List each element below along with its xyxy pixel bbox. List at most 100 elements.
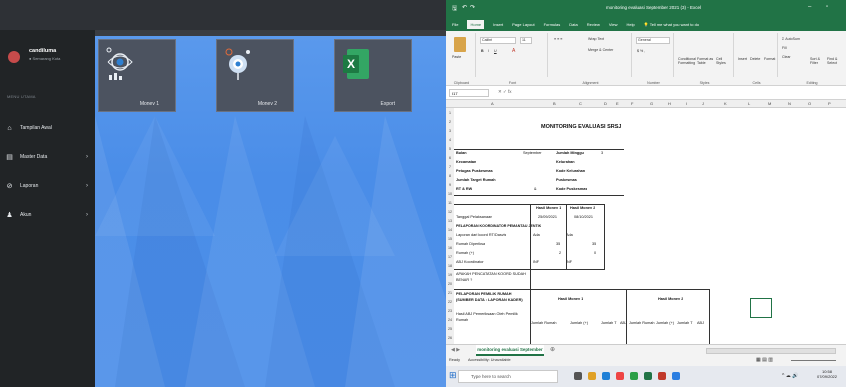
sort-filter-button[interactable]: Sort & Filter — [810, 57, 826, 65]
row-header[interactable]: 12 — [446, 210, 454, 218]
app-icon[interactable] — [658, 372, 666, 380]
cell[interactable]: Jumlah T — [677, 321, 693, 325]
number-format-select[interactable]: General — [636, 37, 670, 44]
cell[interactable]: ABJ Koordinator — [456, 260, 484, 264]
spreadsheet-grid[interactable]: MONITORING EVALUASI SRSJ Bulan September… — [446, 108, 846, 344]
row-header[interactable]: 25 — [446, 327, 454, 335]
excel-taskbar-icon[interactable] — [644, 372, 652, 380]
row-header[interactable]: 3 — [446, 129, 454, 137]
column-header[interactable]: E — [616, 101, 619, 106]
row-header[interactable]: 17 — [446, 255, 454, 263]
cell[interactable]: APAKAH PENCATATAN KOORD SUDAH BENAR ? — [456, 271, 528, 283]
row-header[interactable]: 19 — [446, 273, 454, 281]
insert-button[interactable]: Insert — [738, 57, 747, 61]
cell[interactable]: PELAPORAN PEMILIK RUMAH (SUMBER DATA : L… — [456, 291, 528, 303]
row-header[interactable]: 15 — [446, 237, 454, 245]
autosum-button[interactable]: Σ AutoSum — [782, 37, 800, 41]
tile-monev-1[interactable]: Monev 1 — [98, 39, 176, 112]
tab-review[interactable]: Review — [587, 22, 600, 27]
cell[interactable]: 3 — [601, 151, 603, 155]
row-header[interactable]: 1 — [446, 111, 454, 119]
add-sheet-icon[interactable]: ⊕ — [550, 346, 555, 353]
clear-button[interactable]: Clear — [782, 55, 791, 59]
cell[interactable]: Jumlah Rumah — [531, 321, 557, 325]
edge-icon[interactable] — [602, 372, 610, 380]
column-header[interactable]: D — [604, 101, 607, 106]
row-header[interactable]: 6 — [446, 156, 454, 164]
column-header[interactable]: P — [828, 101, 831, 106]
row-header[interactable]: 13 — [446, 219, 454, 227]
fx-icon[interactable]: ✕ ✓ fx — [498, 89, 512, 95]
sidebar-item-tampilan-awal[interactable]: ⌂ Tampilan Awal — [6, 122, 90, 134]
find-select-button[interactable]: Find & Select — [827, 57, 843, 65]
cell[interactable]: Jumlah Minggu — [556, 151, 584, 155]
undo-icon[interactable]: ↶ — [462, 4, 467, 11]
cell[interactable]: Kecamatan — [456, 160, 476, 164]
cell[interactable]: 0 — [594, 251, 596, 255]
column-header[interactable]: N — [788, 101, 791, 106]
column-header[interactable]: I — [686, 101, 687, 106]
user-panel[interactable]: candiluma ● Semarang Kota — [8, 48, 60, 63]
fill-button[interactable]: Fill — [782, 46, 787, 50]
minimize-icon[interactable]: – — [808, 4, 811, 10]
column-header[interactable]: A — [491, 101, 494, 106]
cell[interactable]: Ada — [566, 233, 573, 237]
row-header[interactable]: 11 — [446, 201, 454, 209]
font-color-icon[interactable]: A — [512, 48, 515, 54]
tab-help[interactable]: Help — [626, 22, 634, 27]
cell[interactable]: Tanggal Pelaksanaan — [456, 215, 492, 219]
windows-start-icon[interactable]: ⊞ — [449, 370, 457, 381]
cell[interactable]: Rumah Diperiksa — [456, 242, 485, 246]
zoom-slider[interactable] — [791, 360, 836, 361]
number-format-icons[interactable]: $ % , — [637, 49, 645, 53]
cell[interactable]: Jumlah (+) — [570, 321, 588, 325]
cell[interactable]: 08/10/2021 — [574, 215, 593, 219]
column-header[interactable]: M — [768, 101, 771, 106]
cell[interactable]: INF — [533, 260, 539, 264]
column-header[interactable]: C — [579, 101, 582, 106]
task-view-icon[interactable] — [574, 372, 582, 380]
italic-button[interactable]: I — [488, 49, 489, 53]
cell[interactable]: PELAPORAN KOORDINATOR PEMANTAU JENTIK — [456, 224, 541, 228]
chrome-icon[interactable] — [630, 372, 638, 380]
row-header[interactable]: 24 — [446, 318, 454, 326]
tab-file[interactable]: File — [452, 22, 458, 27]
cell[interactable]: Hasil Monev 2 — [570, 206, 595, 210]
sidebar-item-akun[interactable]: ♟ Akun › — [6, 209, 90, 221]
row-header[interactable]: 10 — [446, 192, 454, 200]
row-header[interactable]: 20 — [446, 282, 454, 290]
name-box[interactable]: I17 — [449, 89, 489, 97]
paste-icon[interactable] — [454, 37, 466, 52]
format-as-table-button[interactable]: Format as Table — [697, 57, 714, 65]
merge-center-button[interactable]: Merge & Center — [588, 48, 613, 52]
cell[interactable]: Jumlah Target Rumah — [456, 178, 496, 182]
cell[interactable]: & — [534, 187, 537, 191]
app-icon[interactable] — [616, 372, 624, 380]
column-header[interactable]: B — [553, 101, 556, 106]
cell-styles-button[interactable]: Cell Styles — [716, 57, 732, 65]
row-header[interactable]: 7 — [446, 165, 454, 173]
file-explorer-icon[interactable] — [588, 372, 596, 380]
sheet-title[interactable]: MONITORING EVALUASI SRSJ — [541, 124, 621, 130]
bold-button[interactable]: B — [481, 49, 484, 53]
cell[interactable]: Kode Puskesmas — [556, 187, 587, 191]
font-size-select[interactable]: 11 — [520, 37, 532, 44]
row-header[interactable]: 18 — [446, 264, 454, 272]
sheet-nav-arrows[interactable]: ◀ ▶ — [451, 347, 460, 353]
row-header[interactable]: 16 — [446, 246, 454, 254]
cell[interactable]: RT & RW — [456, 187, 472, 191]
column-header[interactable]: G — [650, 101, 653, 106]
row-header[interactable]: 22 — [446, 300, 454, 308]
sidebar-item-laporan[interactable]: ⊘ Laporan › — [6, 180, 90, 192]
row-header[interactable]: 2 — [446, 120, 454, 128]
cell[interactable]: Kode Kelurahan — [556, 169, 585, 173]
align-icons[interactable]: ≡ ≡ ≡ — [554, 37, 562, 41]
tile-export[interactable]: X Export — [334, 39, 412, 112]
row-header[interactable]: 5 — [446, 147, 454, 155]
save-icon[interactable]: 🖫 — [452, 4, 457, 14]
cell[interactable]: Rumah (+) — [456, 251, 474, 255]
tile-monev-2[interactable]: Monev 2 — [216, 39, 294, 112]
tab-view[interactable]: View — [609, 22, 618, 27]
cell[interactable]: Jumlah (+) — [656, 321, 674, 325]
view-buttons[interactable]: ▦ ▤ ▥ — [756, 357, 773, 363]
